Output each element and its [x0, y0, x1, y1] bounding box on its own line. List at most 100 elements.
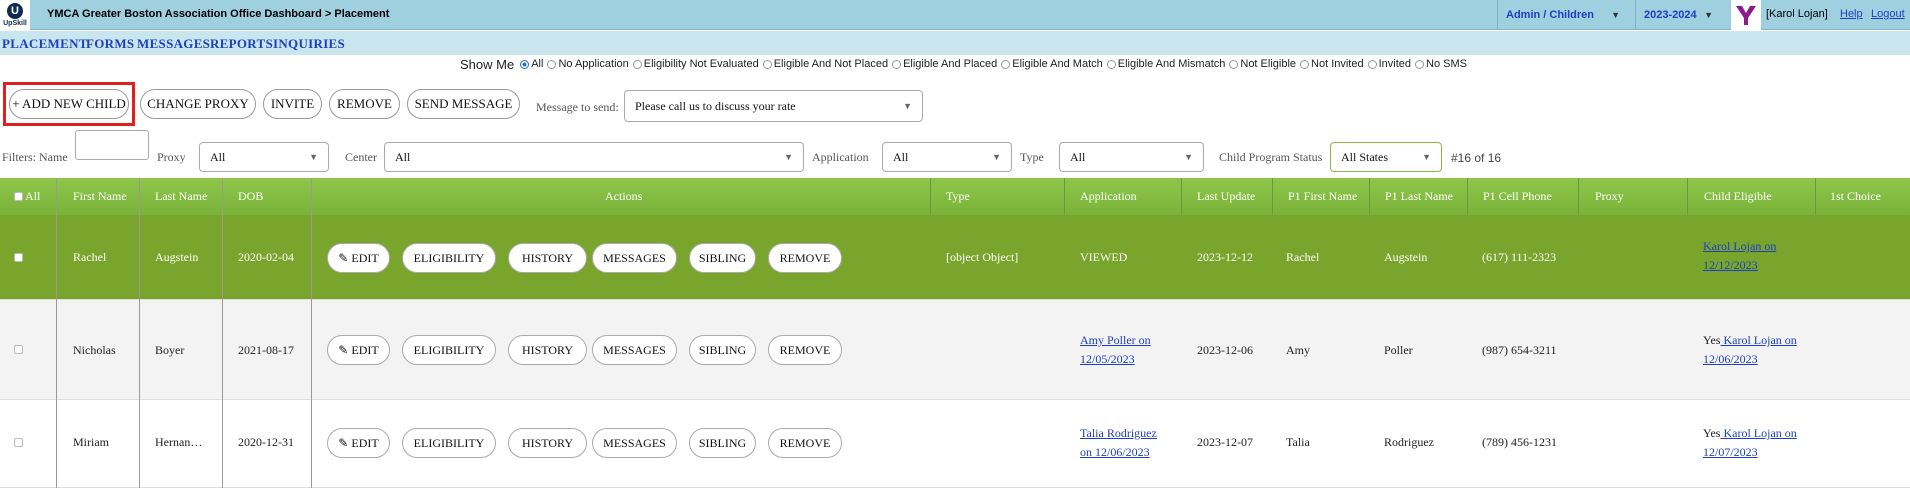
logout-link[interactable]: Logout [1871, 8, 1905, 20]
radio-not-eligible[interactable]: Not Eligible [1229, 58, 1296, 70]
messages-button[interactable]: MESSAGES [592, 243, 677, 273]
messages-button[interactable]: MESSAGES [592, 428, 677, 458]
radio-icon[interactable] [892, 59, 902, 69]
col-p1-cell-phone[interactable]: P1 Cell Phone [1483, 178, 1552, 215]
radio-eligible-mismatch[interactable]: Eligible And Mismatch [1106, 58, 1225, 70]
radio-all[interactable]: All [520, 58, 543, 70]
column-divider [1064, 178, 1065, 215]
application-link[interactable]: Talia Rodriguez on 12/06/2023 [1080, 426, 1157, 459]
table-row[interactable]: Rachel Augstein 2020-02-04 ✎ EDIT ELIGIBI… [0, 215, 1910, 300]
col-type[interactable]: Type [946, 178, 970, 215]
edit-button[interactable]: ✎ EDIT [327, 335, 390, 365]
row-checkbox[interactable] [14, 345, 23, 354]
col-proxy[interactable]: Proxy [1595, 178, 1624, 215]
eligibility-button[interactable]: ELIGIBILITY [402, 243, 496, 273]
col-p1-last-name[interactable]: P1 Last Name [1385, 178, 1453, 215]
row-checkbox[interactable] [14, 438, 23, 447]
remove-row-button[interactable]: REMOVE [768, 428, 842, 458]
radio-eligible-match[interactable]: Eligible And Match [1001, 58, 1103, 70]
add-new-child-button[interactable]: + ADD NEW CHILD [9, 89, 129, 119]
eligible-link[interactable]: Karol Lojan on 12/12/2023 [1703, 239, 1776, 272]
radio-icon[interactable] [1300, 59, 1310, 69]
upskill-logo-icon: U [7, 3, 23, 19]
p1-last-name-cell: Rodriguez [1384, 435, 1434, 449]
radio-icon[interactable] [1001, 59, 1011, 69]
application-select[interactable]: All ▼ [882, 142, 1012, 172]
radio-icon[interactable] [547, 59, 557, 69]
radio-eligible-placed[interactable]: Eligible And Placed [892, 58, 997, 70]
type-select[interactable]: All ▼ [1059, 142, 1204, 172]
name-filter-input[interactable] [75, 130, 149, 160]
radio-eligible-not-placed[interactable]: Eligible And Not Placed [762, 58, 888, 70]
sibling-button[interactable]: SIBLING [689, 335, 756, 365]
sibling-button[interactable]: SIBLING [689, 243, 756, 273]
history-button[interactable]: HISTORY [508, 428, 587, 458]
year-select[interactable]: 2023-2024 ▼ [1636, 0, 1721, 30]
edit-button[interactable]: ✎ EDIT [327, 243, 390, 273]
p1-last-name-cell: Augstein [1384, 250, 1428, 264]
radio-not-invited[interactable]: Not Invited [1300, 58, 1364, 70]
radio-no-sms[interactable]: No SMS [1415, 58, 1467, 70]
radio-no-application[interactable]: No Application [547, 58, 629, 70]
proxy-select[interactable]: All ▼ [199, 142, 329, 172]
nav-messages[interactable]: MESSAGES [137, 36, 210, 52]
messages-button[interactable]: MESSAGES [592, 335, 677, 365]
center-select[interactable]: All ▼ [384, 142, 804, 172]
role-select[interactable]: Admin / Children ▼ [1498, 0, 1628, 30]
pencil-icon: ✎ [338, 250, 349, 265]
user-name: [Karol Lojan] [1766, 8, 1828, 20]
help-link[interactable]: Help [1840, 8, 1863, 20]
col-last-update[interactable]: Last Update [1197, 178, 1255, 215]
pencil-icon: ✎ [338, 342, 349, 357]
col-application[interactable]: Application [1080, 178, 1137, 215]
nav-forms[interactable]: FORMS [86, 36, 134, 52]
col-last-name[interactable]: Last Name [155, 178, 207, 215]
nav-inquiries[interactable]: INQUIRIES [273, 36, 345, 52]
application-link[interactable]: Amy Poller on 12/05/2023 [1080, 333, 1151, 366]
eligibility-button[interactable]: ELIGIBILITY [402, 335, 496, 365]
radio-icon[interactable] [1229, 59, 1239, 69]
change-proxy-button[interactable]: CHANGE PROXY [140, 89, 256, 119]
nav-placement[interactable]: PLACEMENT [2, 36, 88, 52]
radio-icon[interactable] [632, 59, 642, 69]
remove-button[interactable]: REMOVE [329, 89, 400, 119]
send-message-button[interactable]: SEND MESSAGE [407, 89, 520, 119]
first-name-cell: Rachel [73, 250, 107, 264]
table-row[interactable]: Nicholas Boyer 2021-08-17 ✎ EDIT ELIGIBIL… [0, 300, 1910, 400]
select-all[interactable]: All [14, 178, 40, 215]
radio-icon[interactable] [520, 59, 530, 69]
radio-icon[interactable] [1106, 59, 1116, 69]
history-button[interactable]: HISTORY [508, 243, 587, 273]
status-select[interactable]: All States ▼ [1330, 142, 1442, 172]
remove-row-button[interactable]: REMOVE [768, 335, 842, 365]
remove-row-button[interactable]: REMOVE [768, 243, 842, 273]
col-p1-first-name[interactable]: P1 First Name [1288, 178, 1357, 215]
radio-invited[interactable]: Invited [1367, 58, 1411, 70]
col-1st-choice[interactable]: 1st Choice [1830, 178, 1881, 215]
radio-icon[interactable] [762, 59, 772, 69]
col-first-name[interactable]: First Name [73, 178, 127, 215]
message-select[interactable]: Please call us to discuss your rate ▼ [624, 90, 923, 122]
radio-icon[interactable] [1367, 59, 1377, 69]
message-value: Please call us to discuss your rate [635, 98, 796, 113]
first-name-cell: Miriam [73, 435, 109, 449]
center-label: Center [345, 150, 377, 164]
history-button[interactable]: HISTORY [508, 335, 587, 365]
row-checkbox[interactable] [14, 253, 23, 262]
column-divider [1272, 178, 1273, 215]
radio-eligibility-not-evaluated[interactable]: Eligibility Not Evaluated [632, 58, 759, 70]
sibling-button[interactable]: SIBLING [689, 428, 756, 458]
col-child-eligible[interactable]: Child Eligible [1704, 178, 1772, 215]
dob-cell: 2021-08-17 [238, 342, 294, 357]
eligibility-button[interactable]: ELIGIBILITY [402, 428, 496, 458]
nav-reports[interactable]: REPORTS [210, 36, 273, 52]
radio-icon[interactable] [1415, 59, 1425, 69]
edit-button[interactable]: ✎ EDIT [327, 428, 390, 458]
table-row[interactable]: Miriam Hernan… 2020-12-31 ✎ EDIT ELIGIBIL… [0, 400, 1910, 488]
last-name-cell: Hernan… [155, 435, 203, 449]
col-dob[interactable]: DOB [238, 178, 263, 215]
select-all-checkbox[interactable] [14, 192, 23, 201]
invite-button[interactable]: INVITE [263, 89, 322, 119]
column-divider [1815, 178, 1816, 215]
show-me-label: Show Me [460, 56, 515, 72]
